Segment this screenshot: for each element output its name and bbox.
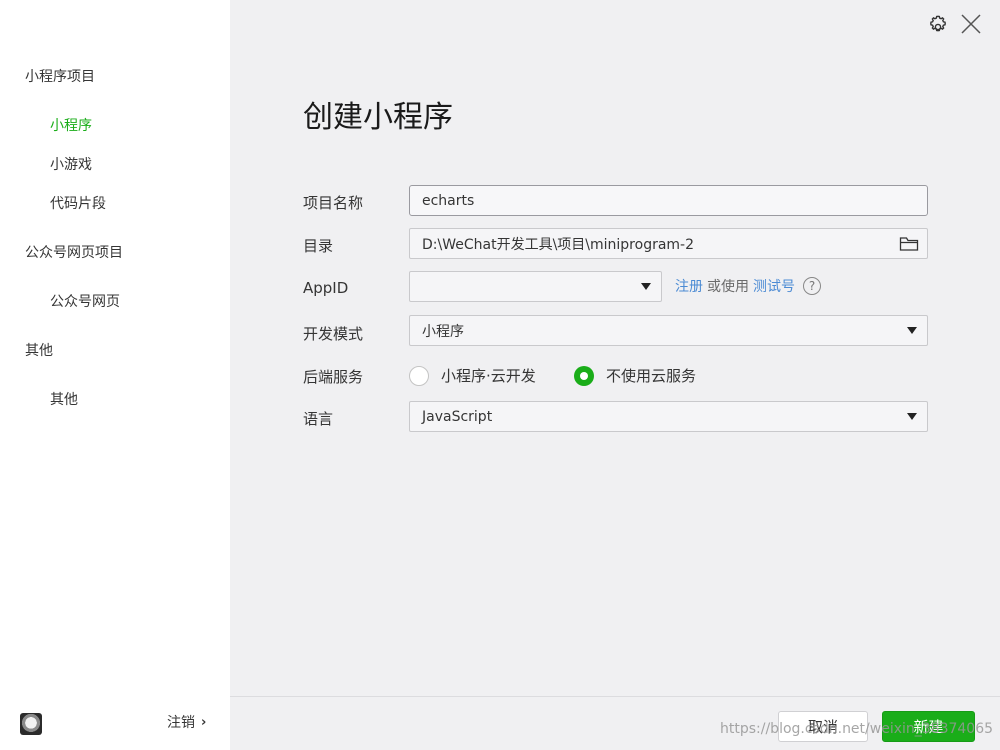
sidebar: 小程序项目 小程序 小游戏 代码片段 公众号网页项目 公众号网页 其他 其他 注… xyxy=(0,0,230,750)
directory-value: D:\WeChat开发工具\项目\miniprogram-2 xyxy=(422,236,695,253)
caret-down-icon xyxy=(907,413,917,420)
project-name-label: 项目名称 xyxy=(303,194,364,212)
dev-mode-value: 小程序 xyxy=(422,323,464,340)
or-use-text: 或使用 xyxy=(707,279,749,295)
bottom-bar: 取消 新建 https://blog.csdn.net/weixin_38374… xyxy=(230,696,1000,750)
page-title: 创建小程序 xyxy=(303,100,453,135)
backend-option-cloud-label: 小程序·云开发 xyxy=(441,367,536,385)
sidebar-item-other[interactable]: 其他 xyxy=(50,389,78,409)
logout-button[interactable]: 注销 › xyxy=(167,712,206,732)
gear-icon[interactable] xyxy=(928,10,948,40)
directory-input[interactable]: D:\WeChat开发工具\项目\miniprogram-2 xyxy=(409,228,928,259)
project-name-input[interactable]: echarts xyxy=(409,185,928,216)
help-circle-icon[interactable]: ? xyxy=(803,277,821,295)
appid-select[interactable] xyxy=(409,271,662,302)
caret-down-icon xyxy=(641,283,651,290)
test-account-link[interactable]: 测试号 xyxy=(753,276,795,296)
directory-label: 目录 xyxy=(303,237,334,255)
appid-label: AppID xyxy=(303,279,349,297)
appid-links: 注册 或使用 测试号 ? xyxy=(675,276,821,296)
chevron-right-icon: › xyxy=(201,714,207,730)
folder-icon[interactable] xyxy=(899,236,919,256)
sidebar-item-official-web[interactable]: 公众号网页 xyxy=(50,291,120,311)
radio-none[interactable] xyxy=(574,365,594,386)
dev-mode-label: 开发模式 xyxy=(303,325,364,343)
dev-mode-select[interactable]: 小程序 xyxy=(409,315,928,346)
main-panel: 创建小程序 项目名称 echarts 目录 D:\WeChat开发工具\项目\m… xyxy=(230,0,1000,750)
register-link[interactable]: 注册 xyxy=(675,276,703,296)
cancel-button[interactable]: 取消 xyxy=(778,711,868,742)
sidebar-item-code-snippet[interactable]: 代码片段 xyxy=(50,193,106,213)
avatar[interactable] xyxy=(20,713,42,735)
backend-option-none-label: 不使用云服务 xyxy=(606,367,697,385)
project-name-value: echarts xyxy=(422,192,475,209)
backend-option-cloud[interactable]: 小程序·云开发 xyxy=(409,365,536,386)
close-icon[interactable] xyxy=(960,10,982,40)
backend-option-none[interactable]: 不使用云服务 xyxy=(574,365,696,386)
caret-down-icon xyxy=(907,327,917,334)
sidebar-group-other: 其他 xyxy=(25,343,53,359)
sidebar-item-minigame[interactable]: 小游戏 xyxy=(50,154,92,174)
language-label: 语言 xyxy=(303,410,334,428)
logout-label: 注销 xyxy=(167,715,195,731)
radio-cloud[interactable] xyxy=(409,365,429,386)
language-value: JavaScript xyxy=(422,408,493,425)
sidebar-footer: 注销 › xyxy=(0,700,230,750)
sidebar-group-miniprogram: 小程序项目 xyxy=(25,69,95,85)
language-select[interactable]: JavaScript xyxy=(409,401,928,432)
sidebar-group-official-account: 公众号网页项目 xyxy=(25,245,123,261)
backend-label: 后端服务 xyxy=(303,368,364,386)
sidebar-item-miniprogram[interactable]: 小程序 xyxy=(50,115,92,135)
create-button[interactable]: 新建 xyxy=(882,711,975,742)
